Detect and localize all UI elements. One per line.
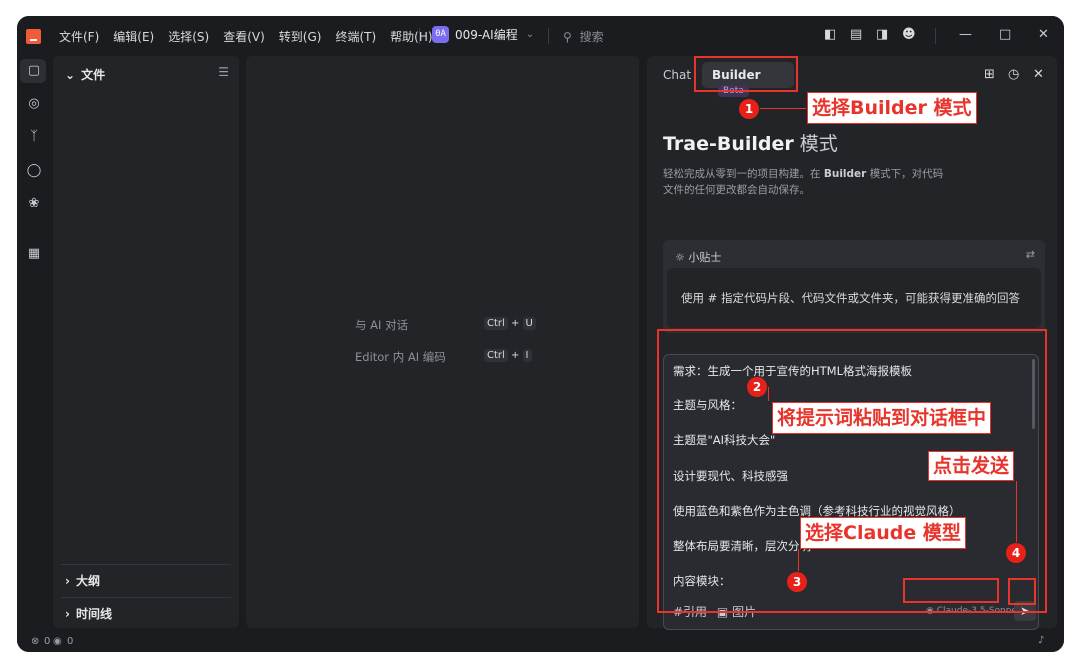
extensions-icon[interactable]: ▦ xyxy=(26,246,42,262)
menu-help[interactable]: 帮助(H) xyxy=(390,28,432,45)
explorer-header[interactable]: ⌄ 文件 xyxy=(65,66,105,83)
menu-file[interactable]: 文件(F) xyxy=(59,28,99,45)
timeline-label: 时间线 xyxy=(75,607,112,621)
hint-inline-shortcut: Ctrl + I xyxy=(484,349,532,362)
annotation-box-model xyxy=(903,578,999,603)
annotation-box-send xyxy=(1008,578,1036,605)
notification-bell-icon[interactable]: ♪ xyxy=(1038,635,1044,646)
toggle-secondary-sidebar-icon[interactable]: ◨ xyxy=(876,27,888,42)
search-input[interactable]: ⚲ 搜索 xyxy=(563,28,604,45)
title-bar: 文件(F) 编辑(E) 选择(S) 查看(V) 转到(G) 终端(T) 帮助(H… xyxy=(17,16,1064,56)
search-icon: ⚲ xyxy=(563,30,572,44)
divider xyxy=(935,28,936,44)
step-badge-2: 2 xyxy=(747,377,767,397)
step-badge-4: 4 xyxy=(1006,543,1026,563)
lightbulb-icon: ☼ xyxy=(675,251,685,264)
search-placeholder: 搜索 xyxy=(579,30,604,44)
desc-builder: Builder xyxy=(823,168,867,180)
step-badge-3: 3 xyxy=(787,572,807,592)
tips-title: 小贴士 xyxy=(688,251,722,264)
menu-view[interactable]: 查看(V) xyxy=(223,28,265,45)
hint-chat-shortcut: Ctrl + U xyxy=(484,317,536,330)
annotation-leader xyxy=(1016,481,1017,542)
tips-body: 使用 # 指定代码片段、代码文件或文件夹，可能获得更准确的回答 xyxy=(667,268,1041,328)
menu-select[interactable]: 选择(S) xyxy=(168,28,209,45)
builder-title: Trae-Builder 模式 xyxy=(663,129,838,156)
annotation-click-send: 点击发送 xyxy=(928,451,1015,481)
close-panel-icon[interactable]: ✕ xyxy=(1033,67,1044,82)
hint-chat-label: 与 AI 对话 xyxy=(355,318,409,332)
account-icon[interactable]: ☻ xyxy=(902,27,916,42)
history-icon[interactable]: ◷ xyxy=(1008,67,1019,82)
source-control-icon[interactable]: ᛉ xyxy=(26,129,42,145)
annotation-leader xyxy=(768,387,769,401)
project-badge: 0A xyxy=(432,26,449,43)
annotation-box-builder-tab xyxy=(694,56,798,92)
activity-bar: ▢ ◎ ᛉ ◯ ❀ ▦ xyxy=(17,56,50,632)
status-bar: ⊗ 0 ◉ 0 ♪ xyxy=(17,632,1064,652)
remote-icon[interactable]: ◯ xyxy=(26,163,42,179)
warning-icon[interactable]: ◉ xyxy=(53,636,62,647)
outline-section[interactable]: › 大纲 xyxy=(65,572,100,589)
maximize-icon[interactable]: □ xyxy=(999,27,1011,42)
tips-card: ☼ 小贴士 ⇄ 使用 # 指定代码片段、代码文件或文件夹，可能获得更准确的回答 xyxy=(663,240,1045,333)
builder-title-text: Trae-Builder xyxy=(663,133,794,155)
debug-icon[interactable]: ❀ xyxy=(26,196,42,212)
builder-title-mode: 模式 xyxy=(799,133,838,155)
search-icon[interactable]: ◎ xyxy=(26,96,42,112)
annotation-paste-prompt: 将提示词粘贴到对话框中 xyxy=(772,402,992,434)
timeline-section[interactable]: › 时间线 xyxy=(65,605,112,622)
explorer-icon[interactable]: ▢ xyxy=(26,63,42,79)
divider xyxy=(548,28,549,44)
desc-part-1: 轻松完成从零到一的项目构建。在 xyxy=(663,168,821,180)
menu-bar: 文件(F) 编辑(E) 选择(S) 查看(V) 转到(G) 终端(T) 帮助(H… xyxy=(59,28,447,45)
tab-chat[interactable]: Chat xyxy=(663,68,691,82)
hint-inline-label: Editor 内 AI 编码 xyxy=(355,350,446,364)
divider xyxy=(419,28,420,44)
explorer-settings-icon[interactable]: ☰ xyxy=(218,65,229,79)
project-switcher[interactable]: 0A 009-AI编程 ⌄ xyxy=(432,26,534,43)
toggle-sidebar-icon[interactable]: ◧ xyxy=(824,27,836,42)
warning-count: 0 xyxy=(67,636,74,647)
toggle-panel-icon[interactable]: ▤ xyxy=(850,27,862,42)
error-count: 0 xyxy=(44,636,51,647)
chevron-down-icon: ⌄ xyxy=(65,68,76,82)
chevron-down-icon: ⌄ xyxy=(525,29,535,40)
minimize-icon[interactable]: — xyxy=(959,27,972,42)
outline-label: 大纲 xyxy=(75,574,100,588)
menu-edit[interactable]: 编辑(E) xyxy=(113,28,154,45)
divider xyxy=(61,564,231,565)
file-explorer: ⌄ 文件 ☰ › 大纲 › 时间线 xyxy=(53,56,239,628)
step-badge-1: 1 xyxy=(739,99,759,119)
annotation-leader xyxy=(760,108,806,109)
app-logo-icon xyxy=(26,29,41,44)
annotation-select-builder: 选择Builder 模式 xyxy=(807,92,977,124)
chevron-right-icon: › xyxy=(65,574,70,588)
error-icon[interactable]: ⊗ xyxy=(31,636,39,647)
builder-description: 轻松完成从零到一的项目构建。在 Builder 模式下，对代码文件的任何更改都会… xyxy=(663,166,953,198)
divider xyxy=(61,597,231,598)
annotation-select-claude: 选择Claude 模型 xyxy=(800,517,966,549)
editor-area: 与 AI 对话 Ctrl + U Editor 内 AI 编码 Ctrl + I xyxy=(246,56,639,628)
chevron-right-icon: › xyxy=(65,607,70,621)
tips-header: ☼ 小贴士 xyxy=(675,249,721,265)
annotation-leader xyxy=(798,549,799,571)
menu-terminal[interactable]: 终端(T) xyxy=(335,28,376,45)
project-name: 009-AI编程 xyxy=(455,28,518,42)
close-icon[interactable]: ✕ xyxy=(1038,27,1049,42)
menu-goto[interactable]: 转到(G) xyxy=(279,28,322,45)
shuffle-icon[interactable]: ⇄ xyxy=(1026,248,1035,261)
explorer-title: 文件 xyxy=(81,68,106,82)
new-chat-icon[interactable]: ⊞ xyxy=(984,67,995,82)
